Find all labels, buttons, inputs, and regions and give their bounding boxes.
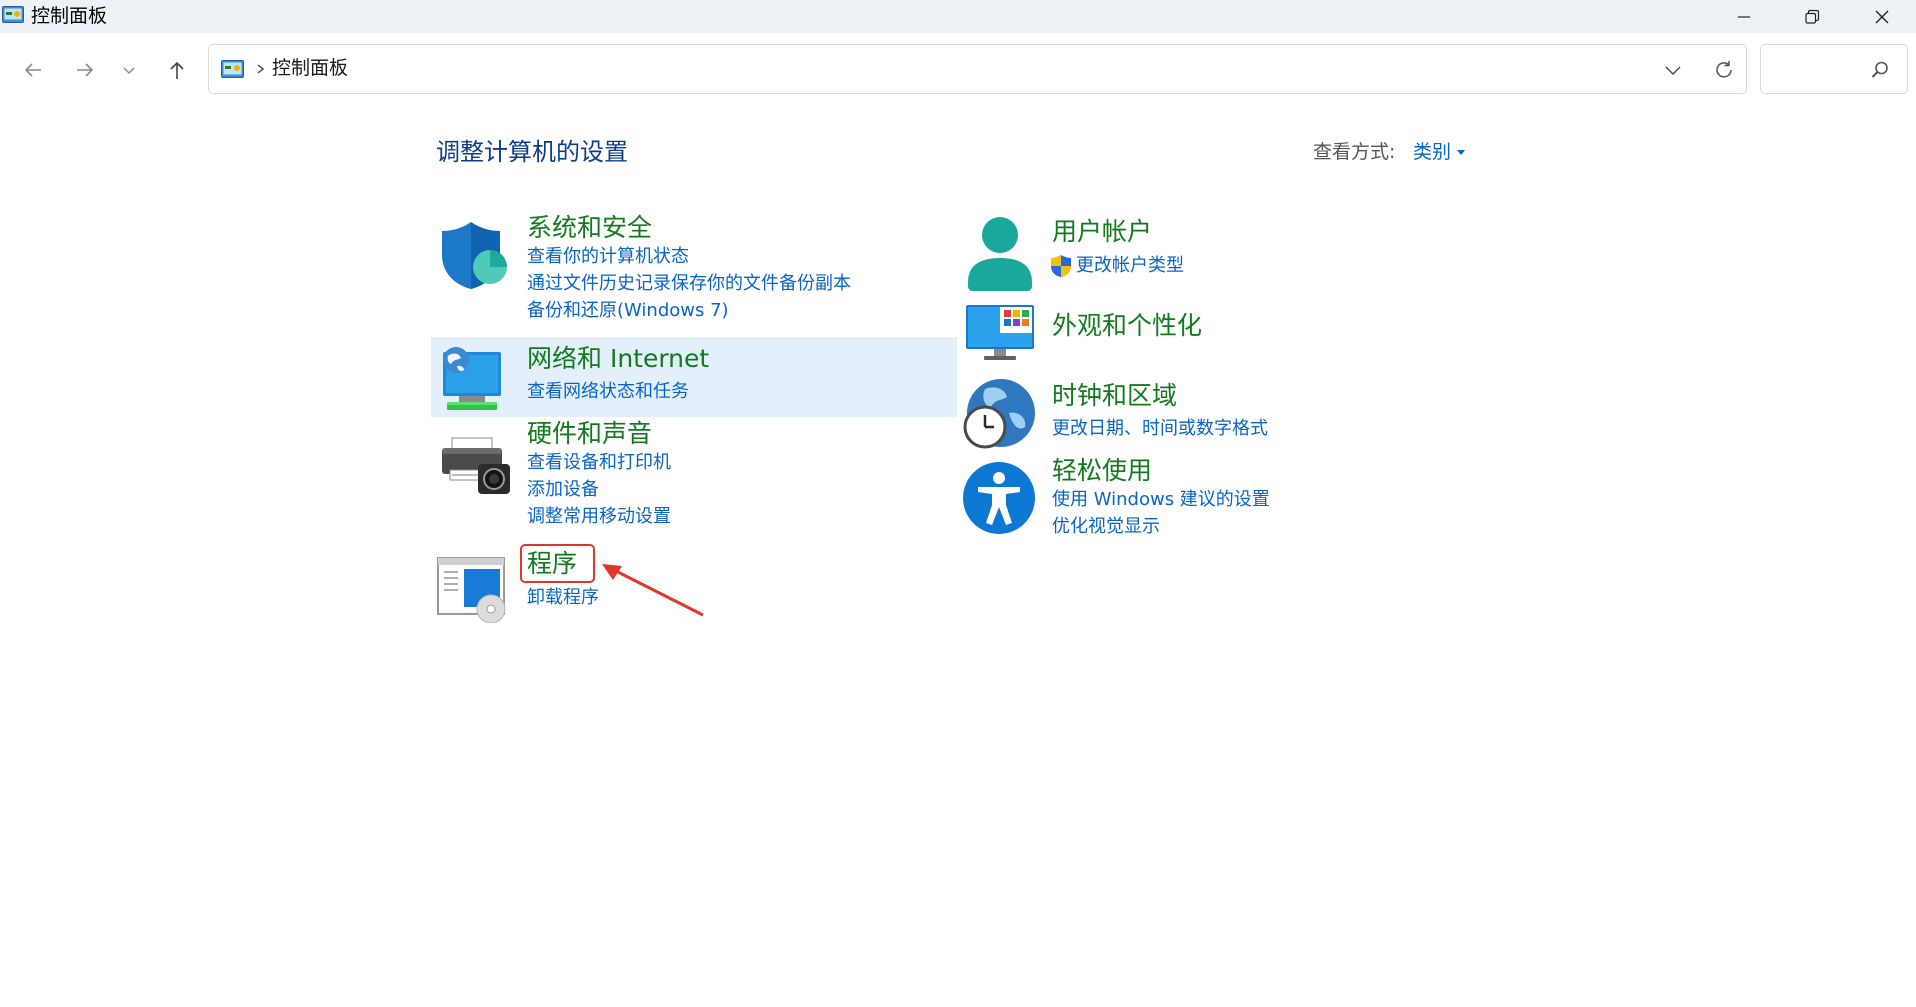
view-by-label: 查看方式: bbox=[1313, 141, 1396, 163]
category-system-security[interactable]: 系统和安全 bbox=[527, 212, 652, 244]
breadcrumb[interactable]: 控制面板 bbox=[272, 55, 348, 81]
minimize-icon bbox=[1738, 15, 1750, 18]
link-devices-printers[interactable]: 查看设备和打印机 bbox=[527, 451, 671, 475]
link-backup-restore[interactable]: 备份和还原(Windows 7) bbox=[527, 299, 729, 323]
forward-button[interactable] bbox=[65, 50, 105, 90]
refresh-icon bbox=[1716, 61, 1732, 78]
accessibility-icon[interactable] bbox=[962, 461, 1036, 535]
refresh-button[interactable] bbox=[1709, 56, 1739, 84]
category-clock-region[interactable]: 时钟和区域 bbox=[1052, 380, 1177, 412]
monitor-icon[interactable] bbox=[964, 301, 1038, 363]
category-appearance-personalization[interactable]: 外观和个性化 bbox=[1052, 310, 1202, 342]
link-mobility-settings[interactable]: 调整常用移动设置 bbox=[527, 505, 671, 529]
restore-icon bbox=[1805, 9, 1820, 24]
link-view-computer-status[interactable]: 查看你的计算机状态 bbox=[527, 245, 689, 269]
arrow-up-icon bbox=[170, 61, 184, 79]
category-network-internet[interactable]: 网络和 Internet bbox=[527, 343, 709, 375]
search-icon bbox=[1871, 61, 1888, 78]
clock-globe-icon[interactable] bbox=[961, 377, 1037, 453]
arrow-right-icon bbox=[77, 63, 94, 77]
link-windows-recommended-settings[interactable]: 使用 Windows 建议的设置 bbox=[1052, 488, 1270, 512]
programs-icon[interactable] bbox=[436, 555, 512, 623]
control-panel-icon bbox=[221, 60, 244, 78]
link-change-date-time-format[interactable]: 更改日期、时间或数字格式 bbox=[1052, 417, 1268, 441]
annotation-highlight-box bbox=[520, 544, 595, 583]
shield-icon[interactable] bbox=[438, 219, 510, 291]
search-input[interactable] bbox=[1760, 44, 1908, 94]
address-history-dropdown[interactable] bbox=[1655, 58, 1691, 82]
link-change-account-type[interactable]: 更改帐户类型 bbox=[1076, 254, 1184, 278]
user-icon[interactable] bbox=[965, 216, 1035, 292]
network-icon[interactable] bbox=[437, 344, 509, 414]
category-ease-of-access[interactable]: 轻松使用 bbox=[1052, 455, 1152, 487]
link-add-device[interactable]: 添加设备 bbox=[527, 478, 599, 502]
arrow-left-icon bbox=[24, 63, 41, 77]
chevron-down-icon bbox=[1665, 66, 1681, 75]
category-user-accounts[interactable]: 用户帐户 bbox=[1052, 216, 1152, 248]
title-bar: 控制面板 bbox=[0, 0, 1916, 33]
caret-down-icon[interactable] bbox=[1457, 150, 1465, 155]
annotation-arrow-icon bbox=[602, 564, 704, 617]
close-button[interactable] bbox=[1848, 0, 1916, 33]
link-uninstall-program[interactable]: 卸载程序 bbox=[527, 586, 599, 610]
category-hardware-sound[interactable]: 硬件和声音 bbox=[527, 418, 652, 450]
printer-icon[interactable] bbox=[438, 436, 512, 498]
link-optimize-visual-display[interactable]: 优化视觉显示 bbox=[1052, 515, 1160, 539]
restore-button[interactable] bbox=[1778, 0, 1846, 33]
control-panel-icon bbox=[2, 6, 24, 23]
up-button[interactable] bbox=[157, 50, 197, 90]
window-title: 控制面板 bbox=[31, 5, 108, 27]
minimize-button[interactable] bbox=[1710, 0, 1778, 33]
back-button[interactable] bbox=[13, 50, 53, 90]
view-by-dropdown[interactable]: 类别 bbox=[1413, 139, 1451, 165]
uac-shield-icon bbox=[1051, 255, 1071, 277]
close-icon bbox=[1875, 10, 1889, 23]
chevron-right-icon[interactable] bbox=[254, 58, 268, 80]
recent-locations-button[interactable] bbox=[111, 50, 147, 90]
page-title: 调整计算机的设置 bbox=[436, 138, 628, 166]
address-bar[interactable]: 控制面板 bbox=[208, 44, 1747, 94]
link-file-history-backup[interactable]: 通过文件历史记录保存你的文件备份副本 bbox=[527, 272, 851, 296]
chevron-down-icon bbox=[123, 67, 135, 75]
link-network-status[interactable]: 查看网络状态和任务 bbox=[527, 380, 689, 404]
